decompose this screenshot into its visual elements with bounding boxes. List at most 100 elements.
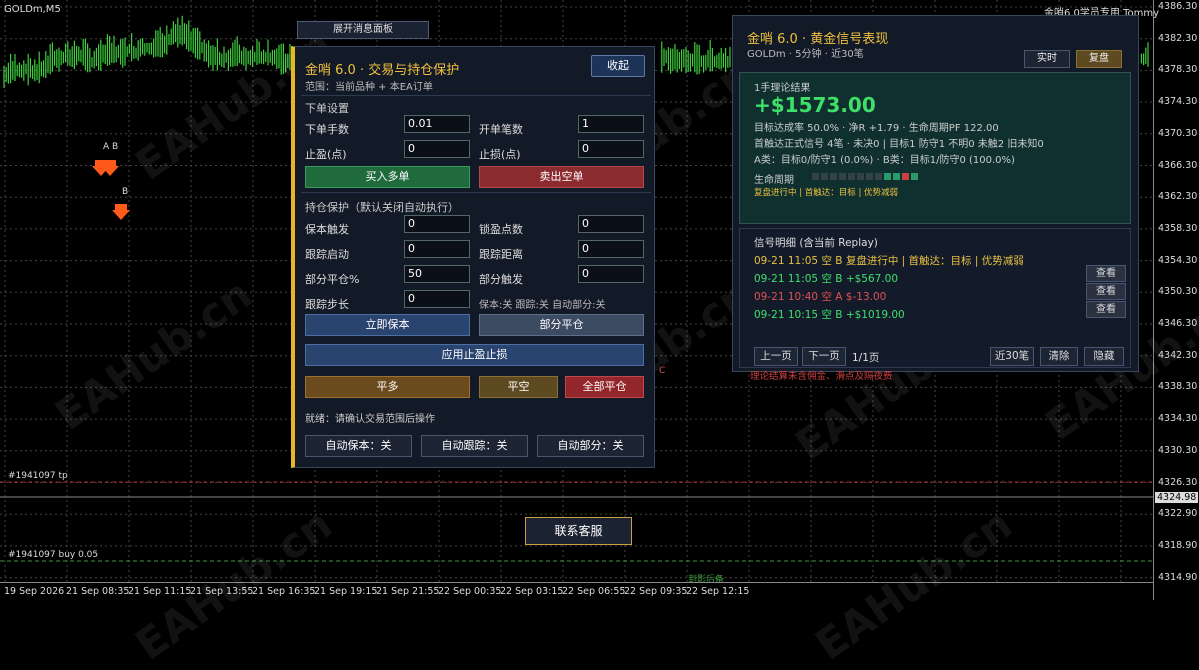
auto-trail-toggle[interactable]: 自动跟踪：关 <box>421 435 528 457</box>
close-short-button[interactable]: 平空 <box>479 376 558 398</box>
time-tick: 21 Sep 19:15 <box>314 586 378 597</box>
signal-panel-subtitle: GOLDm · 5分钟 · 近30笔 <box>747 49 864 60</box>
sl-input[interactable]: 0 <box>578 140 644 158</box>
time-tick: 19 Sep 2026 <box>4 586 65 597</box>
view-button[interactable]: 查看 <box>1086 301 1126 318</box>
divider <box>301 95 651 96</box>
signal-row: 09-21 10:15 空 B +$1019.00 <box>754 309 905 321</box>
price-tick: 4362.30 <box>1158 191 1198 203</box>
heatmap-cell <box>911 173 918 180</box>
prev-page-button[interactable]: 上一页 <box>754 347 798 366</box>
collapse-button[interactable]: 收起 <box>591 55 645 77</box>
result-box: 1手理论结果 +$1573.00 目标达成率 50.0% · 净R +1.79 … <box>739 72 1131 224</box>
sell-button[interactable]: 卖出空单 <box>479 166 644 188</box>
trade-scope: 范围：当前品种 + 本EA订单 <box>305 82 433 93</box>
heatmap-cell <box>884 173 891 180</box>
heatmap-cell <box>902 173 909 180</box>
result-title: 1手理论结果 <box>754 83 811 94</box>
price-tick: 4326.30 <box>1158 476 1198 488</box>
price-tick: 4358.30 <box>1158 222 1198 234</box>
detail-title: 信号明细 (含当前 Replay) <box>754 237 878 249</box>
recent-30-button[interactable]: 近30笔 <box>990 347 1034 366</box>
heatmap-cell <box>821 173 828 180</box>
price-tick: 4366.30 <box>1158 159 1198 171</box>
expand-message-panel-button[interactable]: 展开消息面板 <box>297 21 429 39</box>
price-tick: 4378.30 <box>1158 64 1198 76</box>
tp-input[interactable]: 0 <box>404 140 470 158</box>
lot-label: 下单手数 <box>305 123 349 136</box>
signal-row: 09-21 10:40 空 A $-13.00 <box>754 291 887 303</box>
time-tick: 22 Sep 09:35 <box>624 586 688 597</box>
buy-line-label: #1941097 buy 0.05 <box>8 550 99 560</box>
close-long-button[interactable]: 平多 <box>305 376 470 398</box>
apply-tpsl-button[interactable]: 应用止盈止损 <box>305 344 644 366</box>
tab-live[interactable]: 实时 <box>1024 50 1070 68</box>
protect-status: 保本:关 跟踪:关 自动部分:关 <box>479 300 606 311</box>
current-price: 4324.98 <box>1155 492 1199 503</box>
trail-step-input[interactable]: 0 <box>404 290 470 308</box>
lot-input[interactable]: 0.01 <box>404 115 470 133</box>
view-button[interactable]: 查看 <box>1086 265 1126 282</box>
ready-status: 就绪：请确认交易范围后操作 <box>305 414 435 425</box>
result-stats-3: A类：目标0/防守1 (0.0%) · B类：目标1/防守0 (100.0%) <box>754 155 1015 166</box>
tab-replay[interactable]: 复盘 <box>1076 50 1122 68</box>
heatmap-cell <box>812 173 819 180</box>
page-indicator: 1/1页 <box>852 352 880 364</box>
protect-section-title: 持仓保护（默认关闭自动执行） <box>305 201 459 214</box>
price-tick: 4334.30 <box>1158 413 1198 425</box>
sl-label: 止损(点) <box>479 148 521 161</box>
heatmap-cell <box>857 173 864 180</box>
partial-trigger-input[interactable]: 0 <box>578 265 644 283</box>
partial-percent-input[interactable]: 50 <box>404 265 470 283</box>
signal-marker-ab: A B <box>103 142 119 152</box>
trail-distance-label: 跟踪距离 <box>479 248 523 261</box>
time-tick: 21 Sep 21:55 <box>376 586 440 597</box>
price-tick: 4314.90 <box>1158 571 1198 583</box>
time-tick: 22 Sep 12:15 <box>686 586 750 597</box>
signal-marker-b: B <box>122 187 129 197</box>
trade-panel-title: 金哨 6.0 · 交易与持仓保护 <box>305 63 460 78</box>
partial-trigger-label: 部分触发 <box>479 273 523 286</box>
trail-start-input[interactable]: 0 <box>404 240 470 258</box>
divider <box>301 192 651 193</box>
auto-breakeven-toggle[interactable]: 自动保本：关 <box>305 435 412 457</box>
partial-percent-label: 部分平仓% <box>305 273 360 286</box>
view-button[interactable]: 查看 <box>1086 283 1126 300</box>
breakeven-now-button[interactable]: 立即保本 <box>305 314 470 336</box>
close-all-button[interactable]: 全部平仓 <box>565 376 644 398</box>
order-section-title: 下单设置 <box>305 102 349 115</box>
buy-button[interactable]: 买入多单 <box>305 166 470 188</box>
order-count-input[interactable]: 1 <box>578 115 644 133</box>
clear-button[interactable]: 清除 <box>1040 347 1078 366</box>
chart-symbol: GOLDm,M5 <box>4 4 61 15</box>
breakeven-trigger-input[interactable]: 0 <box>404 215 470 233</box>
partial-close-button[interactable]: 部分平仓 <box>479 314 644 336</box>
signal-detail: 信号明细 (含当前 Replay) 09-21 11:05 空 B 复盘进行中 … <box>739 228 1131 368</box>
contact-support-button[interactable]: 联系客服 <box>525 517 632 545</box>
time-tick: 21 Sep 08:35 <box>66 586 130 597</box>
heatmap-cell <box>848 173 855 180</box>
auto-partial-toggle[interactable]: 自动部分：关 <box>537 435 644 457</box>
signal-panel: 金哨 6.0 · 黄金信号表现 GOLDm · 5分钟 · 近30笔 实时 复盘… <box>732 15 1139 372</box>
result-amount: +$1573.00 <box>754 93 876 117</box>
price-tick: 4374.30 <box>1158 96 1198 108</box>
next-page-button[interactable]: 下一页 <box>802 347 846 366</box>
sell-arrow-icon <box>112 204 130 220</box>
tp-label: 止盈(点) <box>305 148 347 161</box>
signal-row: 09-21 11:05 空 B 复盘进行中 | 首触达：目标 | 优势减弱 <box>754 255 1024 267</box>
lock-profit-input[interactable]: 0 <box>578 215 644 233</box>
heatmap-cell <box>839 173 846 180</box>
result-tags: 复盘进行中 | 首触达：目标 | 优势减弱 <box>754 188 899 198</box>
trail-start-label: 跟踪启动 <box>305 248 349 261</box>
signal-row: 09-21 11:05 空 B +$567.00 <box>754 273 899 285</box>
price-tick: 4350.30 <box>1158 286 1198 298</box>
heatmap-cell <box>866 173 873 180</box>
price-tick: 4318.90 <box>1158 539 1198 551</box>
price-tick: 4382.30 <box>1158 32 1198 44</box>
lock-profit-label: 锁盈点数 <box>479 223 523 236</box>
hide-button[interactable]: 隐藏 <box>1084 347 1124 366</box>
trade-panel: 金哨 6.0 · 交易与持仓保护 范围：当前品种 + 本EA订单 收起 下单设置… <box>291 46 655 468</box>
heatmap-cell <box>830 173 837 180</box>
trail-distance-input[interactable]: 0 <box>578 240 644 258</box>
price-tick: 4338.30 <box>1158 381 1198 393</box>
